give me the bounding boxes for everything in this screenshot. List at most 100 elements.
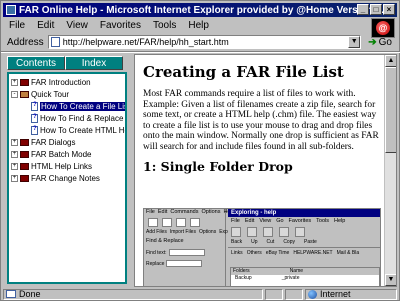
status-text: Done bbox=[19, 289, 41, 299]
open-book-icon bbox=[20, 91, 29, 98]
status-security-cell bbox=[285, 288, 303, 300]
tree-item-html-help-links[interactable]: + HTML Help Links bbox=[11, 161, 92, 172]
tree-item-find-replace[interactable]: How To Find & Replace bbox=[31, 113, 123, 124]
find-text-row: Find text: bbox=[144, 247, 225, 258]
explorer-label-paste: Paste bbox=[304, 239, 317, 245]
menu-favorites[interactable]: Favorites bbox=[94, 20, 147, 31]
tree-item-label: How To Create HTML Help bbox=[40, 126, 127, 135]
browser-window: FAR Online Help - Microsoft Internet Exp… bbox=[0, 0, 400, 301]
menu-help[interactable]: Help bbox=[182, 20, 215, 31]
expand-icon[interactable]: + bbox=[11, 79, 18, 86]
address-url: http://helpware.net/FAR/help/hh_start.ht… bbox=[62, 37, 229, 47]
chevron-down-icon[interactable]: ▼ bbox=[348, 36, 361, 48]
content-pane: Creating a FAR File List Most FAR comman… bbox=[134, 54, 397, 287]
explorer-menu-go: Go bbox=[276, 218, 284, 224]
cut-icon bbox=[263, 227, 273, 237]
tab-index[interactable]: Index bbox=[65, 56, 123, 70]
book-icon bbox=[20, 139, 29, 146]
explorer-label-up: Up bbox=[251, 239, 258, 245]
far-menu-options: Options bbox=[201, 209, 221, 215]
scroll-down-icon[interactable]: ▼ bbox=[385, 274, 396, 286]
far-label-add-files: Add Files bbox=[146, 229, 167, 235]
name-header: Name bbox=[289, 268, 304, 274]
explorer-panels: Folders Name Backup _private bbox=[230, 267, 380, 286]
tree-item-label: FAR Change Notes bbox=[31, 174, 100, 183]
far-menu-edit: Edit bbox=[157, 209, 168, 215]
tree-item-far-batch-mode[interactable]: + FAR Batch Mode bbox=[11, 149, 91, 160]
close-button[interactable]: × bbox=[383, 4, 395, 15]
explorer-toolbar-labels: Back Up Cut Copy Paste bbox=[228, 239, 380, 245]
navigation-pane: Contents Index + FAR Introduction - Quic… bbox=[3, 54, 131, 287]
expand-icon[interactable]: + bbox=[11, 175, 18, 182]
page-icon bbox=[50, 37, 60, 47]
book-icon bbox=[20, 175, 29, 182]
explorer-menu: File Edit View Go Favorites Tools Help bbox=[228, 217, 380, 225]
tree-item-label: HTML Help Links bbox=[31, 162, 93, 171]
menu-view[interactable]: View bbox=[60, 20, 94, 31]
maximize-button[interactable]: □ bbox=[370, 4, 382, 15]
page-title: Creating a FAR File List bbox=[143, 63, 344, 81]
find-text-field bbox=[168, 249, 205, 256]
window-controls: _ □ × bbox=[357, 4, 395, 15]
book-icon bbox=[20, 151, 29, 158]
scroll-up-icon[interactable]: ▲ bbox=[385, 55, 396, 67]
replace-label: Replace bbox=[146, 260, 165, 267]
collapse-icon[interactable]: - bbox=[11, 91, 18, 98]
explorer-label-back: Back bbox=[231, 239, 243, 245]
menu-bar: File Edit View Favorites Tools Help bbox=[3, 18, 397, 32]
far-toolbar bbox=[144, 216, 225, 229]
minimize-button[interactable]: _ bbox=[357, 4, 369, 15]
find-text-label: Find text: bbox=[146, 249, 167, 256]
paste-icon bbox=[295, 227, 305, 237]
menu-edit[interactable]: Edit bbox=[31, 20, 60, 31]
up-icon bbox=[247, 227, 257, 237]
expand-icon[interactable]: + bbox=[11, 151, 18, 158]
tree-item-quick-tour[interactable]: - Quick Tour bbox=[11, 89, 69, 100]
status-text-cell: Done bbox=[3, 288, 263, 300]
vertical-scrollbar[interactable]: ▲ ▼ bbox=[384, 55, 396, 286]
menu-tools[interactable]: Tools bbox=[147, 20, 182, 31]
explorer-menu-favorites: Favorites bbox=[288, 218, 312, 224]
explorer-link-mail: Mail & Bla bbox=[336, 250, 360, 256]
tree-item-label: How To Find & Replace bbox=[40, 114, 124, 123]
address-label: Address bbox=[7, 36, 44, 48]
go-button[interactable]: ➔ Go bbox=[363, 37, 397, 48]
tree-item-label: FAR Dialogs bbox=[31, 138, 76, 147]
expand-icon[interactable]: + bbox=[11, 139, 18, 146]
explorer-menu-file: File bbox=[231, 218, 240, 224]
tree-item-label: FAR Batch Mode bbox=[31, 150, 92, 159]
expand-icon[interactable]: + bbox=[11, 163, 18, 170]
far-label-import-files: Import Files bbox=[169, 229, 196, 235]
explorer-label-copy: Copy bbox=[283, 239, 295, 245]
explorer-links-bar: Links Others eBay Time HELPWARE.NET Mail… bbox=[228, 247, 380, 258]
explorer-menu-view: View bbox=[259, 218, 272, 224]
explorer-menu-edit: Edit bbox=[244, 218, 255, 224]
nav-tabs: Contents Index bbox=[7, 56, 123, 70]
tree-item-far-change-notes[interactable]: + FAR Change Notes bbox=[11, 173, 100, 184]
far-toolbar-labels: Add Files Import Files Options Expl bbox=[144, 229, 229, 235]
tree-item-create-html-help[interactable]: How To Create HTML Help bbox=[31, 125, 127, 136]
tab-contents[interactable]: Contents bbox=[7, 56, 65, 70]
explorer-window: Exploring - help File Edit View Go Favor… bbox=[228, 209, 380, 286]
go-label: Go bbox=[378, 36, 392, 48]
help-page-icon bbox=[31, 102, 38, 111]
tree-item-far-introduction[interactable]: + FAR Introduction bbox=[11, 77, 91, 88]
menu-file[interactable]: File bbox=[3, 20, 31, 31]
help-page-icon bbox=[31, 126, 38, 135]
far-menu-file: File bbox=[146, 209, 155, 215]
book-icon bbox=[20, 163, 29, 170]
explorer-title: Exploring - help bbox=[228, 209, 380, 217]
explorer-link-helpware: HELPWARE.NET bbox=[293, 250, 333, 256]
tree-item-label: Quick Tour bbox=[31, 90, 70, 99]
toolbar-divider bbox=[1, 51, 400, 53]
title-bar[interactable]: FAR Online Help - Microsoft Internet Exp… bbox=[3, 3, 397, 17]
explorer-panel-row: Backup _private bbox=[231, 275, 379, 281]
tree-item-create-file-list[interactable]: How To Create a File List bbox=[31, 101, 125, 112]
address-bar: Address http://helpware.net/FAR/help/hh_… bbox=[3, 34, 397, 50]
scroll-thumb[interactable] bbox=[385, 67, 396, 153]
status-bar: Done Internet bbox=[3, 288, 397, 300]
add-files-icon bbox=[148, 218, 158, 227]
find-replace-title: Find & Replace bbox=[146, 238, 184, 244]
address-input[interactable]: http://helpware.net/FAR/help/hh_start.ht… bbox=[47, 35, 362, 49]
tree-item-far-dialogs[interactable]: + FAR Dialogs bbox=[11, 137, 75, 148]
